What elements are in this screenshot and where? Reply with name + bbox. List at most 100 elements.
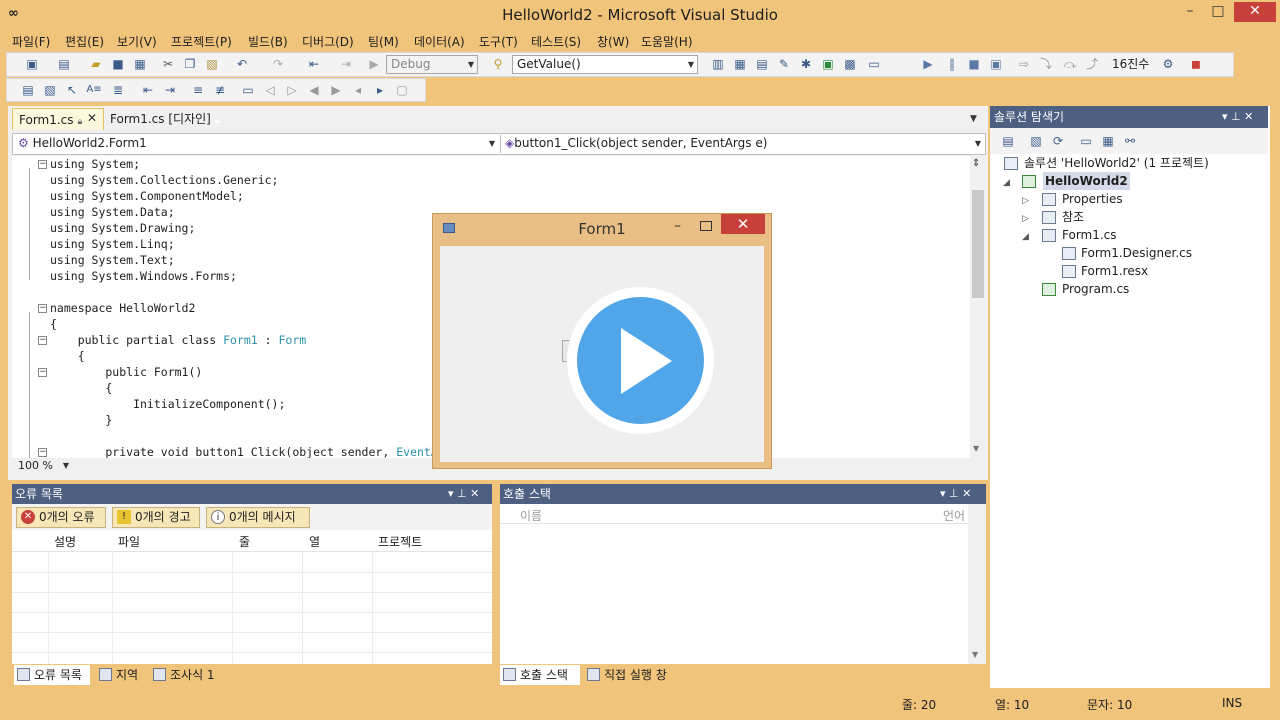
extension-icon[interactable]: ✱ <box>798 56 814 72</box>
undo-icon[interactable]: ↶ <box>234 56 250 72</box>
menu-build[interactable]: 빌드(B) <box>248 33 288 50</box>
next-bookmark-icon[interactable]: ▷ <box>284 82 300 98</box>
warnings-filter-button[interactable]: ! 0개의 경고 <box>112 507 200 528</box>
prev-bookmark-icon[interactable]: ◁ <box>262 82 278 98</box>
project-node[interactable]: HelloWorld2 <box>1043 172 1130 190</box>
menu-file[interactable]: 파일(F) <box>12 33 50 50</box>
collapse-icon[interactable]: − <box>38 336 47 345</box>
find-icon[interactable]: ⚲ <box>490 56 506 72</box>
tree-item-program-cs[interactable]: Program.cs <box>1062 280 1129 298</box>
add-item-icon[interactable]: ▤ <box>56 56 72 72</box>
collapsed-arrow-icon[interactable]: ▷ <box>1022 214 1029 224</box>
close-tab-icon[interactable]: ✕ <box>87 111 97 125</box>
menu-edit[interactable]: 편집(E) <box>65 33 104 50</box>
quick-info-icon[interactable]: ↖ <box>64 82 80 98</box>
close-button[interactable]: ✕ <box>1234 2 1276 22</box>
tree-item-form1-resx[interactable]: Form1.resx <box>1081 262 1148 280</box>
uncomment-icon[interactable]: ≢ <box>212 82 228 98</box>
menu-window[interactable]: 창(W) <box>597 33 629 50</box>
tab-form1-designer[interactable]: Form1.cs [디자인] 🔒︎ <box>104 108 230 130</box>
tree-item-properties[interactable]: Properties <box>1062 190 1123 208</box>
collapse-icon[interactable]: − <box>38 448 47 457</box>
column-line[interactable]: 줄 <box>239 533 250 550</box>
hex-toggle[interactable]: 16진수 <box>1112 55 1149 72</box>
properties-icon[interactable]: ▤ <box>1000 133 1016 149</box>
panel-controls[interactable]: ▾ ⊥ ✕ <box>448 487 479 500</box>
tab-locals[interactable]: 지역 <box>96 665 150 685</box>
object-browser-icon[interactable]: ▤ <box>754 56 770 72</box>
tree-item-form1-cs[interactable]: Form1.cs <box>1062 226 1117 244</box>
types-dropdown[interactable]: ⚙ HelloWorld2.Form1 ▼ <box>14 135 498 153</box>
tree-item-form1-designer[interactable]: Form1.Designer.cs <box>1081 244 1192 262</box>
stop-debugging-icon[interactable]: ■ <box>966 56 982 72</box>
tab-watch-1[interactable]: 조사식 1 <box>150 665 226 685</box>
show-next-statement-icon[interactable]: ⇨ <box>1016 56 1032 72</box>
view-designer-icon[interactable]: ▦ <box>1100 133 1116 149</box>
call-stack-scrollbar[interactable] <box>968 504 986 664</box>
find-all-icon[interactable]: ◼ <box>1188 56 1204 72</box>
member-list-icon[interactable]: ▤ <box>20 82 36 98</box>
menu-test[interactable]: 테스트(S) <box>531 33 581 50</box>
copy-icon[interactable]: ❐ <box>182 56 198 72</box>
toolbox-icon[interactable]: ✎ <box>776 56 792 72</box>
tab-call-stack[interactable]: 호출 스택 <box>500 665 580 685</box>
expanded-arrow-icon[interactable]: ◢ <box>1003 178 1010 188</box>
properties-icon[interactable]: ▦ <box>732 56 748 72</box>
column-name[interactable]: 이름 <box>520 507 542 524</box>
comment-icon[interactable]: ≡ <box>190 82 206 98</box>
break-all-icon[interactable]: ‖ <box>944 56 960 72</box>
navigate-back-icon[interactable]: ⇤ <box>306 56 322 72</box>
form1-close-button[interactable]: ✕ <box>721 214 765 234</box>
column-language[interactable]: 언어 <box>943 507 965 524</box>
complete-word-icon[interactable]: A≡ <box>86 82 102 98</box>
breakpoints-icon[interactable]: ⚙ <box>1160 56 1176 72</box>
class-diagram-icon[interactable]: ⚯ <box>1122 133 1138 149</box>
continue-icon[interactable]: ▶ <box>920 56 936 72</box>
collapse-icon[interactable]: − <box>38 304 47 313</box>
paste-icon[interactable]: ▧ <box>204 56 220 72</box>
column-project[interactable]: 프로젝트 <box>378 533 422 550</box>
navigate-forward-icon[interactable]: ⇥ <box>338 56 354 72</box>
column-file[interactable]: 파일 <box>118 533 140 550</box>
solution-node[interactable]: 솔루션 'HelloWorld2' (1 프로젝트) <box>1024 154 1209 172</box>
team-explorer-icon[interactable]: ▩ <box>842 56 858 72</box>
panel-controls[interactable]: ▾ ⊥ ✕ <box>940 487 971 500</box>
step-into-icon[interactable]: ⤵ <box>1038 56 1054 72</box>
members-dropdown[interactable]: ◈button1_Click(object sender, EventArgs … <box>500 135 984 153</box>
tab-immediate-window[interactable]: 직접 실행 창 <box>584 665 684 685</box>
menu-help[interactable]: 도움말(H) <box>641 33 693 50</box>
solution-explorer-icon[interactable]: ▥ <box>710 56 726 72</box>
solution-config-combo[interactable]: Debug ▼ <box>386 55 478 74</box>
prev-bookmark-doc-icon[interactable]: ◂ <box>350 82 366 98</box>
expanded-arrow-icon[interactable]: ◢ <box>1022 232 1029 242</box>
zoom-combo[interactable]: 100 % ▼ <box>14 459 72 475</box>
bookmark-icon[interactable]: ▭ <box>240 82 256 98</box>
save-all-icon[interactable]: ▦ <box>132 56 148 72</box>
start-debug-icon[interactable]: ▶ <box>366 56 382 72</box>
scroll-down-icon[interactable]: ▼ <box>973 444 979 453</box>
cut-icon[interactable]: ✂ <box>160 56 176 72</box>
tree-item-references[interactable]: 참조 <box>1062 208 1084 226</box>
menu-tools[interactable]: 도구(T) <box>479 33 518 50</box>
form1-minimize-button[interactable]: – <box>674 218 681 234</box>
column-column[interactable]: 열 <box>309 533 320 550</box>
menu-team[interactable]: 팀(M) <box>368 33 399 50</box>
play-icon[interactable] <box>577 297 704 424</box>
open-file-icon[interactable]: ▰ <box>88 56 104 72</box>
column-description[interactable]: 설명 <box>54 533 76 550</box>
scroll-thumb[interactable] <box>972 190 984 298</box>
decrease-indent-icon[interactable]: ⇤ <box>140 82 156 98</box>
clear-bookmarks-icon[interactable]: ▢ <box>394 82 410 98</box>
next-bookmark-folder-icon[interactable]: ▶ <box>328 82 344 98</box>
menu-debug[interactable]: 디버그(D) <box>302 33 354 50</box>
scroll-down-icon[interactable]: ▼ <box>972 650 978 659</box>
prev-bookmark-folder-icon[interactable]: ◀ <box>306 82 322 98</box>
step-over-icon[interactable]: ⤼ <box>1062 56 1078 72</box>
next-bookmark-doc-icon[interactable]: ▸ <box>372 82 388 98</box>
menu-view[interactable]: 보기(V) <box>117 33 157 50</box>
increase-indent-icon[interactable]: ⇥ <box>162 82 178 98</box>
new-project-icon[interactable]: ▣ <box>24 56 40 72</box>
collapse-icon[interactable]: − <box>38 160 47 169</box>
save-icon[interactable]: ■ <box>110 56 126 72</box>
collapsed-arrow-icon[interactable]: ▷ <box>1022 196 1029 206</box>
